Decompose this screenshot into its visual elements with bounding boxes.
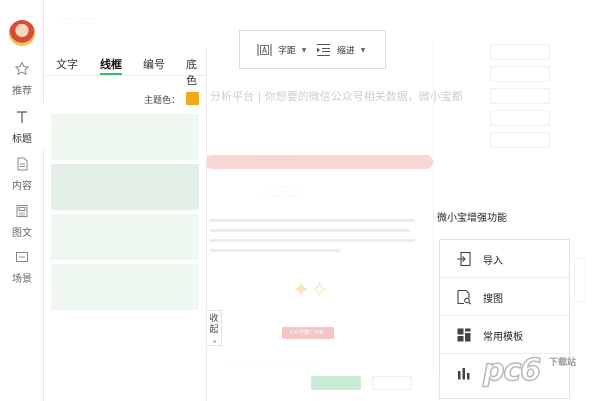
preview-button[interactable] [372,376,412,390]
article-red-line: · · · · · · · · · · [268,184,299,190]
article-text-line [210,239,415,242]
rail-item-label: 场景 [12,274,32,285]
article-footnote: · · · · · · · · · · · · · · · · · · · · … [228,359,316,365]
side-vertical-tab[interactable] [574,258,586,302]
tab-background[interactable]: 底色 [186,56,207,88]
chevron-down-icon: ▼ [301,46,307,54]
insert-row[interactable] [490,110,550,126]
article-text-line [210,219,415,222]
article-banner [205,155,433,169]
indent-dropdown[interactable]: 缩进 ▼ [316,43,365,59]
article-pill: 公众号推广分析 [282,327,334,339]
sparkle-icon: ✦✧ [292,278,329,303]
insert-row[interactable] [490,66,550,82]
insert-row[interactable] [490,44,550,60]
enhance-item-label: 导入 [483,256,503,267]
import-icon [457,251,471,267]
insert-row[interactable] [490,88,550,104]
article-title-preview: 分析平台 | 你想要的微信公众号相关数据，微小宝都 [210,90,463,103]
editor-divider [433,40,434,370]
tab-text[interactable]: 文字 [56,56,78,72]
rail-item-label: 标题 [12,134,32,145]
site-watermark: pc6 下载站 [482,352,595,397]
active-tab-indicator [100,73,122,75]
format-toolbar: 字距 ▼ 缩进 ▼ [239,30,386,69]
style-template-card[interactable] [51,114,199,160]
right-insert-panel [480,38,576,198]
rail-item-label: 推荐 [12,86,32,97]
rail-item-label: 图文 [12,228,32,239]
star-icon [14,61,30,76]
tab-frame[interactable]: 线框 [100,56,122,72]
rail-item-recommend[interactable]: 推荐 [0,55,44,101]
watermark-subtitle: 下载站 [549,358,577,368]
theme-color-swatch[interactable] [186,92,199,105]
image-text-icon [16,205,28,217]
chevron-down-icon: ▼ [360,46,366,54]
rail-item-content[interactable]: 内容 [0,150,44,196]
rail-item-scene[interactable]: 场景 [0,243,44,289]
rail-item-image-text[interactable]: 图文 [0,197,44,243]
collapse-label: 收起 [209,314,219,335]
avatar[interactable] [9,20,35,46]
style-template-card[interactable] [51,164,199,210]
enhance-item-label: 搜图 [483,294,503,305]
enhance-title: 微小宝增强功能 [437,213,507,224]
document-icon [17,157,28,171]
enhance-item-import[interactable]: 导入 [440,240,569,278]
article-red-line: · · · · · · · · · · · · [262,194,299,200]
scene-icon [16,252,28,262]
letter-spacing-icon [257,44,272,56]
insert-row[interactable] [490,132,550,148]
rail-item-title[interactable]: 标题 [0,103,44,149]
image-search-icon [457,289,472,305]
style-tabs: 文字 线框 编号 底色 [44,48,207,87]
enhance-item-image-search[interactable]: 搜图 [440,278,569,316]
enhance-item-label: 常用模板 [483,332,523,343]
article-text-line [210,249,340,252]
enhance-item-templates[interactable]: 常用模板 [440,316,569,354]
publish-button[interactable] [311,376,361,390]
bar-chart-icon [458,368,470,380]
theme-color-row: 主题色： [44,92,207,106]
article-text-line [210,229,410,232]
template-grid-icon [457,328,471,342]
rail-item-label: 内容 [12,181,32,192]
style-panel: 文字 线框 编号 底色 主题色： [44,48,207,401]
style-template-card[interactable] [51,264,199,310]
theme-color-label: 主题色： [143,96,180,106]
text-t-icon [17,111,27,123]
caret-left-icon: ◂ [212,338,216,345]
watermark-logo: pc6 [482,352,542,389]
editor-breadcrumb: · · · · · · · · [60,16,95,23]
letter-spacing-label: 字距 [277,46,296,57]
article-banner-text: · · · · · · · · · · · · [258,157,295,163]
left-nav-rail: 推荐 标题 内容 图文 场景 [0,0,44,401]
collapse-panel-button[interactable]: 收起 ◂ [207,310,222,346]
indent-icon [317,44,330,56]
letter-spacing-dropdown[interactable]: 字距 ▼ [257,43,306,59]
indent-label: 缩进 [336,46,355,57]
tab-number[interactable]: 编号 [143,56,165,72]
style-template-card[interactable] [51,214,199,260]
